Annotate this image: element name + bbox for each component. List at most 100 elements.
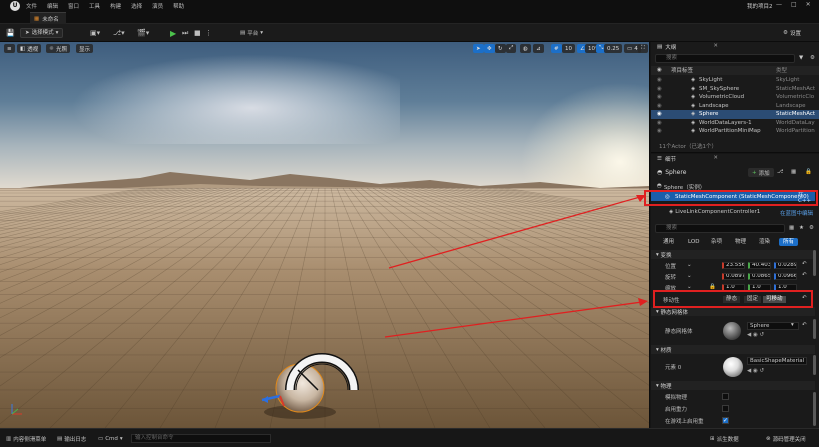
mesh-thumbnail[interactable]: [723, 322, 741, 340]
grid-icon[interactable]: ▦: [789, 225, 794, 231]
blueprint-icon[interactable]: ⎇: [777, 169, 783, 175]
eye-icon[interactable]: ◉: [657, 67, 662, 73]
lock-icon[interactable]: 🔒: [805, 169, 812, 175]
details-scrollbar[interactable]: [813, 250, 816, 276]
browse-icons[interactable]: ◀ ◉ ↺: [747, 368, 764, 374]
material-thumbnail[interactable]: [723, 357, 743, 377]
browse-icons[interactable]: ◀ ◉ ↺: [747, 332, 764, 338]
blueprint-button[interactable]: ⎇▾: [113, 28, 125, 38]
derived-data-button[interactable]: ⊞ 派生数据: [710, 434, 739, 443]
save-button[interactable]: 💾: [6, 28, 15, 38]
log-icon: ▤: [57, 435, 63, 442]
content-button[interactable]: ▣▾: [90, 28, 100, 38]
ignore-radial-checkbox[interactable]: ✓: [722, 417, 729, 424]
material-dropdown[interactable]: BasicShapeMaterial: [747, 357, 807, 365]
outliner-tab[interactable]: ▤ 大纲: [651, 43, 676, 51]
menu-select[interactable]: 选择: [131, 2, 142, 10]
cinematics-button[interactable]: 🎬▾: [137, 28, 149, 38]
reset-icon[interactable]: ↶: [802, 322, 807, 328]
filter-general[interactable]: 通用: [659, 238, 678, 246]
filter-rendering[interactable]: 渲染: [755, 238, 774, 246]
edit-blueprint-link[interactable]: 在蓝图中编辑: [780, 209, 813, 217]
step-button[interactable]: ⏭: [182, 28, 188, 38]
column-type-header[interactable]: 类型: [776, 66, 816, 74]
material-scrollbar[interactable]: [813, 355, 816, 375]
actor-name[interactable]: Sphere: [665, 169, 686, 176]
outliner-row[interactable]: ◉ ◈ Landscape Landscape: [651, 102, 819, 111]
add-component-button[interactable]: + 添加: [748, 168, 774, 177]
menu-help[interactable]: 帮助: [173, 2, 184, 10]
star-icon[interactable]: ★: [799, 225, 804, 231]
menu-tools[interactable]: 工具: [89, 2, 100, 10]
location-x-field[interactable]: 23.5563: [722, 262, 745, 269]
physics-category[interactable]: ▾ 物理: [651, 381, 815, 390]
column-label-header[interactable]: 项目标签: [671, 66, 693, 74]
eye-icon[interactable]: ◉: [657, 120, 662, 126]
outliner-row[interactable]: ◉ ◈ SM_SkySphere StaticMeshAct: [651, 85, 819, 94]
eye-icon[interactable]: ◉: [657, 111, 662, 117]
menu-build[interactable]: 构建: [110, 2, 121, 10]
eye-icon[interactable]: ◉: [657, 128, 662, 134]
rotation-z-field[interactable]: 0.0966°: [774, 273, 797, 280]
details-tab[interactable]: ☰ 细节: [651, 155, 676, 163]
mode-select[interactable]: ➤ 选择模式 ▾: [20, 28, 64, 38]
stop-button[interactable]: ■: [194, 28, 201, 38]
physics-scrollbar[interactable]: [813, 392, 816, 426]
filter-lod[interactable]: LOD: [684, 238, 703, 246]
eye-icon[interactable]: ◉: [657, 77, 662, 83]
enable-gravity-checkbox[interactable]: [722, 405, 729, 412]
menu-window[interactable]: 窗口: [68, 2, 79, 10]
mesh-scrollbar[interactable]: [813, 319, 816, 339]
reset-icon[interactable]: ↶: [802, 272, 807, 278]
menu-edit[interactable]: 编辑: [47, 2, 58, 10]
outliner-search-input[interactable]: 搜索: [655, 54, 795, 63]
eye-icon[interactable]: ◉: [657, 94, 662, 100]
filter-all[interactable]: 所有: [779, 238, 799, 246]
outliner-row[interactable]: ◉ ◈ WorldPartitionMiniMap WorldPartition: [651, 127, 819, 136]
simulate-physics-checkbox[interactable]: [722, 393, 729, 400]
platform-button[interactable]: ▤ 平台 ▾: [240, 28, 263, 38]
minimize-button[interactable]: —: [776, 1, 782, 8]
grid-icon[interactable]: ▦: [791, 169, 796, 175]
rotation-x-field[interactable]: 0.08979: [722, 273, 745, 280]
filter-icon[interactable]: ▼: [799, 55, 803, 61]
settings-button[interactable]: ⚙ 设置: [783, 28, 801, 38]
content-drawer-button[interactable]: ▥ 内容侧滑菜单: [6, 434, 46, 443]
chevron-down-icon[interactable]: ⌄: [687, 262, 692, 268]
eye-icon[interactable]: ◉: [657, 103, 662, 109]
static-mesh-category[interactable]: ▾ 静态网格体: [651, 307, 815, 316]
rotation-y-field[interactable]: 0.08651: [748, 273, 771, 280]
cmd-dropdown[interactable]: ▭ Cmd ▾: [98, 434, 123, 443]
close-button[interactable]: ✕: [806, 1, 811, 8]
close-icon[interactable]: ✕: [713, 43, 718, 49]
filter-physics[interactable]: 物理: [731, 238, 750, 246]
materials-category[interactable]: ▾ 材质: [651, 345, 815, 354]
menu-file[interactable]: 文件: [26, 2, 37, 10]
livelink-component-row[interactable]: ◈ LiveLinkComponentController1: [669, 209, 760, 215]
source-control-button[interactable]: ⊗ 源码管理关闭: [766, 434, 806, 443]
outliner-row[interactable]: ◉ ◈ VolumetricCloud VolumetricClo: [651, 93, 819, 102]
settings-icon[interactable]: ⚙: [810, 55, 815, 61]
outliner-row[interactable]: ◉ ◈ SkyLight SkyLight: [651, 76, 819, 85]
maximize-button[interactable]: □: [791, 1, 797, 8]
console-command-input[interactable]: 输入控制台命令: [131, 434, 271, 443]
tab-level[interactable]: ▦ 未命名: [30, 12, 66, 24]
details-search-input[interactable]: 搜索: [655, 224, 785, 233]
menu-actor[interactable]: 演员: [152, 2, 163, 10]
eye-icon[interactable]: ◉: [657, 86, 662, 92]
play-options-button[interactable]: ⋮: [205, 28, 212, 38]
outliner-row[interactable]: ◉ ◈ WorldDataLayers-1 WorldDataLay: [651, 119, 819, 128]
filter-misc[interactable]: 杂项: [707, 238, 726, 246]
outliner-row-name: WorldDataLayers-1: [699, 119, 752, 126]
transform-category[interactable]: ▾ 变换: [651, 250, 815, 259]
location-y-field[interactable]: 40.4030: [748, 262, 771, 269]
chevron-down-icon[interactable]: ⌄: [687, 273, 692, 279]
reset-icon[interactable]: ↶: [802, 261, 807, 267]
settings-icon[interactable]: ⚙: [809, 225, 814, 231]
level-viewport[interactable]: ≡ ◧ 透视 ☼ 光照 显示 ➤ ✥ ↻ ⤢ ◍ ⊿ # 10 ∠ 10° ⤡ …: [0, 42, 650, 428]
output-log-button[interactable]: ▤ 输出日志: [57, 434, 86, 443]
location-z-field[interactable]: 0.02893: [774, 262, 797, 269]
outliner-row[interactable]: ◉ ◈ Sphere StaticMeshAct: [651, 110, 819, 119]
close-icon[interactable]: ✕: [713, 155, 718, 161]
play-button[interactable]: ▶: [170, 28, 176, 38]
